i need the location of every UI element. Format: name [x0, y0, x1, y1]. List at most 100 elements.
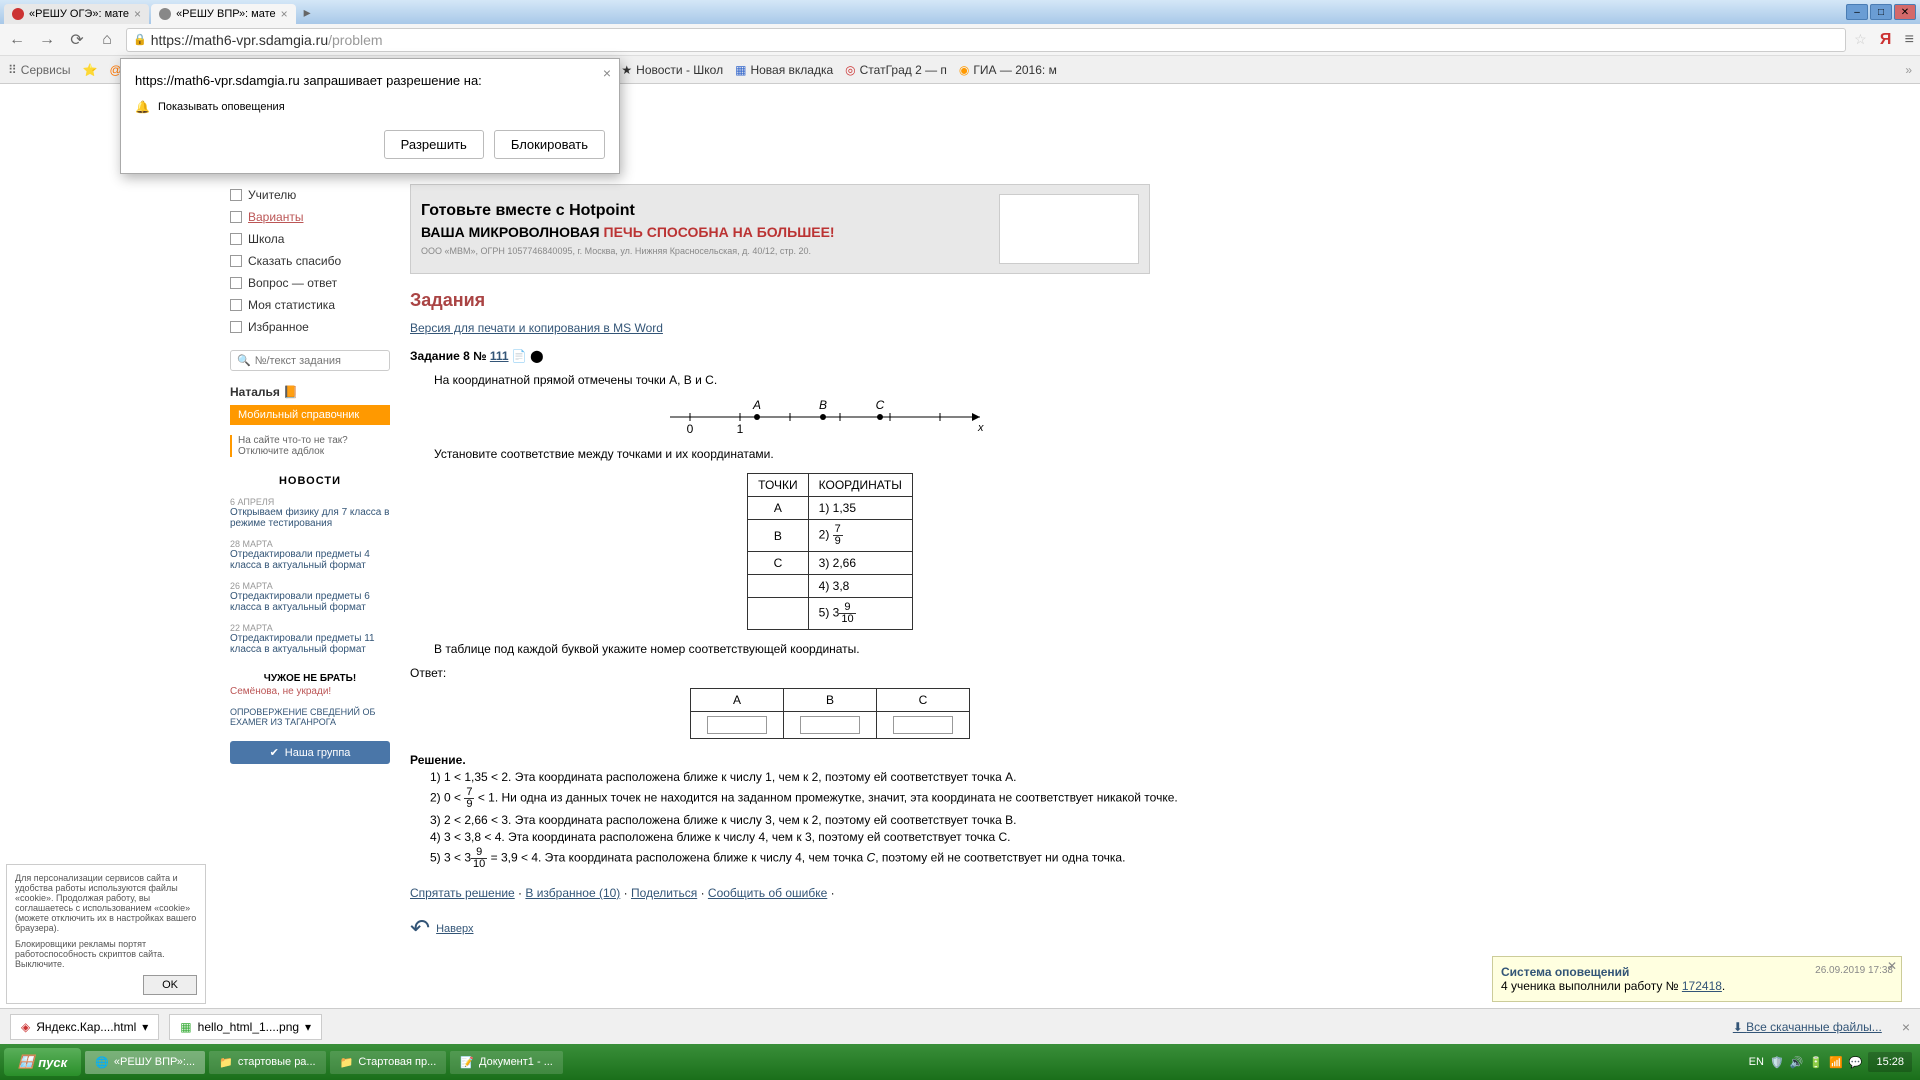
yandex-icon[interactable]: Я	[1875, 29, 1897, 51]
download-item[interactable]: ▦hello_html_1....png ▾	[169, 1014, 322, 1040]
tab-favicon-icon	[12, 8, 24, 20]
report-link[interactable]: Сообщить об ошибке	[708, 886, 827, 900]
browser-tab-active[interactable]: «РЕШУ ВПР»: мате ×	[151, 4, 296, 24]
svg-text:B: B	[819, 398, 827, 412]
username-label: Наталья 📙	[230, 385, 390, 399]
home-button[interactable]: ⌂	[96, 29, 118, 51]
svg-text:A: A	[752, 398, 761, 412]
tray-icon[interactable]: 💬	[1849, 1056, 1863, 1069]
print-link[interactable]: Версия для печати и копирования в MS Wor…	[410, 321, 663, 335]
refute-link[interactable]: ОПРОВЕРЖЕНИЕ СВЕДЕНИЙ ОБ EXAMER ИЗ ТАГАН…	[230, 707, 390, 727]
reload-button[interactable]: ⟳	[66, 29, 88, 51]
taskbar-item[interactable]: 📝 Документ1 - ...	[450, 1051, 563, 1074]
sidebar-item-stats[interactable]: Моя статистика	[230, 294, 390, 316]
download-item[interactable]: ◈Яндекс.Кар....html ▾	[10, 1014, 159, 1040]
answer-input-c[interactable]	[893, 716, 953, 734]
new-tab-button[interactable]: ▸	[298, 2, 317, 23]
adblock-note: На сайте что-то не так?Отключите адблок	[230, 435, 390, 457]
news-item[interactable]: 22 МАРТАОтредактировали предметы 11 клас…	[230, 623, 390, 655]
system-tray: EN 🛡️ 🔊 🔋 📶 💬 15:28	[1749, 1052, 1916, 1072]
window-titlebar: «РЕШУ ОГЭ»: мате × «РЕШУ ВПР»: мате × ▸ …	[0, 0, 1920, 24]
tab-favicon-icon	[159, 8, 171, 20]
bookmark-item[interactable]: ▦ Новая вкладка	[735, 63, 833, 77]
checkbox-icon	[230, 211, 242, 223]
notification-box: ✕ Система оповещений 26.09.2019 17:38 4 …	[1492, 956, 1902, 1002]
news-item[interactable]: 6 АПРЕЛЯОткрываем физику для 7 класса в …	[230, 497, 390, 529]
mobile-ref-button[interactable]: Мобильный справочник	[230, 405, 390, 425]
checkbox-icon	[230, 321, 242, 333]
sidebar: Учителю Варианты Школа Сказать спасибо В…	[230, 184, 390, 943]
checkbox-icon	[230, 233, 242, 245]
vk-group-button[interactable]: ✔ Наша группа	[230, 741, 390, 764]
apps-button[interactable]: ⠿ Сервисы	[8, 63, 71, 77]
start-button[interactable]: 🪟 пуск	[4, 1048, 81, 1076]
tab-close-icon[interactable]: ×	[134, 7, 141, 21]
answer-input-a[interactable]	[707, 716, 767, 734]
downloads-bar: ◈Яндекс.Кар....html ▾ ▦hello_html_1....p…	[0, 1008, 1920, 1044]
maximize-button[interactable]: □	[1870, 4, 1892, 20]
sidebar-item-qa[interactable]: Вопрос — ответ	[230, 272, 390, 294]
solution-line: 5) 3 < 3910 = 3,9 < 4. Эта координата ра…	[430, 847, 1250, 870]
lock-icon: 🔒	[133, 33, 147, 46]
taskbar-item[interactable]: 📁 стартовые ра...	[209, 1051, 325, 1074]
tray-icon[interactable]: 🔊	[1790, 1056, 1804, 1069]
tray-icon[interactable]: 📶	[1829, 1056, 1843, 1069]
cookie-ok-button[interactable]: OK	[143, 975, 197, 995]
answer-label: Ответ:	[410, 666, 1250, 680]
sidebar-item-school[interactable]: Школа	[230, 228, 390, 250]
bookmark-item[interactable]: ◉ ГИА — 2016: м	[959, 63, 1057, 77]
back-button[interactable]: ←	[6, 29, 28, 51]
bookmark-item[interactable]: ⭐	[83, 63, 98, 77]
task-text: В таблице под каждой буквой укажите номе…	[434, 642, 1250, 656]
search-input[interactable]	[255, 355, 383, 367]
news-item[interactable]: 28 МАРТАОтредактировали предметы 4 класс…	[230, 539, 390, 571]
clock[interactable]: 15:28	[1868, 1052, 1912, 1072]
hide-solution-link[interactable]: Спрятать решение	[410, 886, 515, 900]
forward-button[interactable]: →	[36, 29, 58, 51]
permission-item: 🔔 Показывать оповещения	[135, 100, 605, 114]
favorite-link[interactable]: В избранное (10)	[525, 886, 620, 900]
bookmark-item[interactable]: ★ Новости - Школ	[621, 63, 723, 77]
browser-tab[interactable]: «РЕШУ ОГЭ»: мате ×	[4, 4, 149, 24]
task-text: Установите соответствие между точками и …	[434, 447, 1250, 461]
share-link[interactable]: Поделиться	[631, 886, 697, 900]
downloads-close-icon[interactable]: ×	[1902, 1019, 1910, 1035]
tab-close-icon[interactable]: ×	[281, 7, 288, 21]
tray-icon[interactable]: 🛡️	[1770, 1056, 1784, 1069]
news-header: НОВОСТИ	[230, 475, 390, 487]
number-line-diagram: 0 1 A B C x	[660, 397, 1000, 437]
task-text: На координатной прямой отмечены точки A,…	[434, 373, 1250, 387]
sidebar-item-favorites[interactable]: Избранное	[230, 316, 390, 338]
menu-button[interactable]: ≡	[1905, 31, 1914, 49]
popup-close-icon[interactable]: ×	[603, 65, 611, 81]
taskbar-item[interactable]: 📁 Стартовая пр...	[330, 1051, 447, 1074]
bookmark-star-icon[interactable]: ☆	[1854, 31, 1867, 48]
checkbox-icon	[230, 189, 242, 201]
minimize-button[interactable]: –	[1846, 4, 1868, 20]
sidebar-item-variants[interactable]: Варианты	[230, 206, 390, 228]
notify-close-icon[interactable]: ✕	[1887, 959, 1897, 973]
lang-indicator[interactable]: EN	[1749, 1056, 1764, 1068]
bookmarks-overflow-icon[interactable]: »	[1905, 63, 1912, 77]
news-item[interactable]: 26 МАРТАОтредактировали предметы 6 класс…	[230, 581, 390, 613]
taskbar-item[interactable]: 🌐 «РЕШУ ВПР»:...	[85, 1051, 205, 1074]
url-input[interactable]: 🔒 https://math6-vpr.sdamgia.ru/problem	[126, 28, 1846, 52]
sidebar-item-teacher[interactable]: Учителю	[230, 184, 390, 206]
tray-icon[interactable]: 🔋	[1809, 1056, 1823, 1069]
close-window-button[interactable]: ✕	[1894, 4, 1916, 20]
tab-title: «РЕШУ ВПР»: мате	[176, 8, 276, 20]
other-sublink[interactable]: Семёнова, не укради!	[230, 686, 390, 697]
answer-input-b[interactable]	[800, 716, 860, 734]
allow-button[interactable]: Разрешить	[384, 130, 484, 159]
task-action-links: Спрятать решение · В избранное (10) · По…	[410, 886, 1250, 900]
block-button[interactable]: Блокировать	[494, 130, 605, 159]
sidebar-item-thanks[interactable]: Сказать спасибо	[230, 250, 390, 272]
bookmark-item[interactable]: ◎ СтатГрад 2 — п	[845, 63, 947, 77]
notify-work-link[interactable]: 172418	[1682, 979, 1722, 993]
address-bar: ← → ⟳ ⌂ 🔒 https://math6-vpr.sdamgia.ru/p…	[0, 24, 1920, 56]
sidebar-search[interactable]: 🔍	[230, 350, 390, 371]
task-number-link[interactable]: 111	[490, 349, 509, 363]
ad-banner[interactable]: Готовьте вместе с Hotpoint ВАША МИКРОВОЛ…	[410, 184, 1150, 274]
scroll-top-link[interactable]: ↶ Наверх	[410, 914, 1250, 943]
show-all-downloads-link[interactable]: ⬇ Все скачанные файлы...	[1733, 1020, 1882, 1034]
